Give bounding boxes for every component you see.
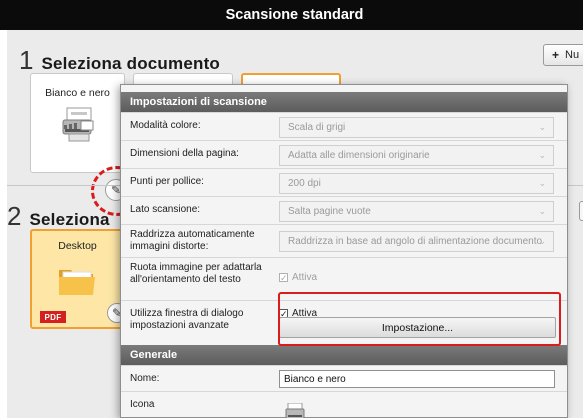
chevron-down-icon: ⌄ [538,122,546,132]
setting-label: Lato scansione: [130,204,201,215]
destination-card-label: Desktop [58,240,97,252]
window-title: Scansione standard [225,7,364,23]
step1-header: 1 Seleziona documento [19,45,220,76]
checkbox-check-icon: ✓ [279,273,288,283]
step2-title: Seleziona [29,210,110,229]
setting-label: Icona [130,399,155,410]
chevron-down-icon: ⌄ [538,206,546,216]
checkbox-label: Attiva [292,272,318,283]
deskew-select[interactable]: Raddrizza in base ad angolo di alimentaz… [279,231,554,252]
folder-icon [59,270,95,295]
select-value: Adatta alle dimensioni originarie [288,150,430,161]
select-value: Salta pagine vuote [288,206,371,217]
setting-row-dpi: Punti per pollice: 200 dpi ⌄ [121,168,567,196]
setting-row-icon: Icona [121,391,567,418]
step1-number: 1 [19,45,34,75]
pdf-badge: PDF [40,311,66,323]
step2-side-button[interactable] [579,201,583,221]
plus-icon: + [552,48,560,62]
dpi-select[interactable]: 200 dpi ⌄ [279,173,554,194]
step2-header: 2 Seleziona [7,201,110,232]
chevron-down-icon: ⌄ [538,178,546,188]
chevron-down-icon: ⌄ [538,236,546,246]
step1-title: Seleziona documento [41,54,221,73]
select-value: 200 dpi [288,178,321,189]
select-value: Scala di grigi [288,122,346,133]
profile-card-label: Bianco e nero [45,87,110,99]
scan-settings-section-header: Impostazioni di scansione [121,92,567,112]
setting-label: Utilizza finestra di dialogo impostazion… [130,308,244,331]
setting-label: Dimensioni della pagina: [130,148,239,159]
app-window: Scansione standard 1 Seleziona documento… [0,0,583,418]
setting-row-scan-side: Lato scansione: Salta pagine vuote ⌄ [121,196,567,224]
setting-row-name: Nome: Bianco e nero [121,365,567,391]
page-size-select[interactable]: Adatta alle dimensioni originarie ⌄ [279,145,554,166]
setting-label: Punti per pollice: [130,176,204,187]
name-input[interactable]: Bianco e nero [279,370,555,388]
scan-side-select[interactable]: Salta pagine vuote ⌄ [279,201,554,222]
setting-row-color-mode: Modalità colore: Scala di grigi ⌄ [121,112,567,140]
setting-label: Modalità colore: [130,120,201,131]
step2-number: 2 [7,201,22,231]
title-bar: Scansione standard [0,0,583,30]
setting-label: Ruota immagine per adattarla all'orienta… [130,262,262,285]
setting-label: Nome: [130,373,160,384]
rotate-checkbox[interactable]: ✓ Attiva [279,272,317,283]
new-profile-button-label: Nu [565,49,580,61]
setting-row-deskew: Raddrizza automaticamente immagini disto… [121,224,567,257]
highlight-box [278,292,561,346]
chevron-down-icon: ⌄ [538,150,546,160]
profile-card-bianco-e-nero[interactable]: Bianco e nero [30,73,125,173]
scan-settings-dialog: Impostazioni di scansione Modalità color… [120,84,568,418]
color-mode-select[interactable]: Scala di grigi ⌄ [279,117,554,138]
new-profile-button[interactable]: + Nu [543,44,583,66]
setting-label: Raddrizza automaticamente immagini disto… [130,229,255,252]
scanner-document-icon [62,107,94,142]
general-section-header: Generale [121,345,567,365]
select-value: Raddrizza in base ad angolo di alimentaz… [288,236,543,247]
setting-row-page-size: Dimensioni della pagina: Adatta alle dim… [121,140,567,168]
scanner-icon[interactable] [285,403,305,418]
